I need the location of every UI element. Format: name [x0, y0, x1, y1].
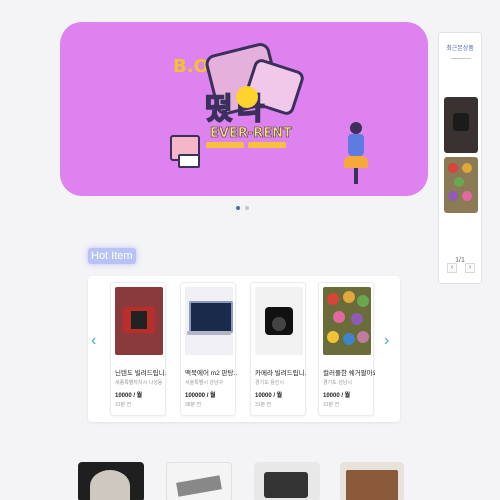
product-thumbnail[interactable]: [78, 462, 144, 500]
divider: [451, 58, 471, 59]
product-time: 31분 전: [323, 402, 340, 408]
product-time: 31분 전: [255, 402, 272, 408]
banner-logo: EVER-RENT: [210, 126, 292, 142]
product-location: 경기도 용인시: [255, 380, 284, 386]
product-location: 경기도 성남시: [323, 380, 352, 386]
banner-corner-text: B.O: [173, 56, 209, 77]
recent-thumb[interactable]: [444, 97, 478, 153]
hot-item-heading: Hot Item: [88, 248, 136, 264]
product-name: 컬러풀한 쉐거팔아요: [323, 370, 375, 377]
product-name: 닌텐도 빌려드립니...: [115, 370, 167, 377]
recent-nav: ‹ ›: [447, 263, 475, 273]
product-thumbnail[interactable]: [166, 462, 232, 500]
recent-prev-button[interactable]: ‹: [447, 263, 457, 273]
product-price: 10000 / 월: [255, 393, 283, 399]
product-card[interactable]: 맥북에어 m2 판탕... 서울특별시 강남구 100000 / 월 38분 전: [180, 282, 237, 416]
hot-item-carousel: ‹ 닌텐도 빌려드립니... 세종특별자치시 나성동 10000 / 월 31분…: [88, 276, 400, 422]
main-banner[interactable]: B.O 떴다 EVER-RENT: [60, 22, 428, 196]
recent-next-button[interactable]: ›: [465, 263, 475, 273]
product-card[interactable]: 닌텐도 빌려드립니... 세종특별자치시 나성동 10000 / 월 31분 전: [110, 282, 167, 416]
product-thumbnail[interactable]: [254, 462, 320, 500]
product-price: 100000 / 월: [185, 393, 216, 399]
sun-illustration: [236, 86, 258, 108]
product-time: 38분 전: [185, 402, 202, 408]
product-price: 10000 / 월: [115, 393, 143, 399]
product-image: [323, 287, 371, 355]
banner-dot[interactable]: [236, 206, 240, 210]
recent-title: 최근본상품: [446, 46, 474, 52]
banner-dot[interactable]: [245, 206, 249, 210]
chevron-right-icon[interactable]: ›: [384, 332, 389, 350]
product-thumbnail[interactable]: [340, 462, 404, 500]
person-illustration: [340, 122, 368, 184]
product-image: [255, 287, 303, 355]
product-name: 맥북에어 m2 판탕...: [185, 370, 237, 377]
box-illustration: [178, 154, 200, 168]
product-card[interactable]: 컬러풀한 쉐거팔아요 경기도 성남시 10000 / 월 31분 전: [318, 282, 375, 416]
product-time: 31분 전: [115, 402, 132, 408]
product-card[interactable]: 카메라 빌려드립니... 경기도 용인시 10000 / 월 31분 전: [250, 282, 307, 416]
banner-chips: [206, 142, 286, 148]
chevron-left-icon[interactable]: ‹: [91, 332, 96, 350]
product-location: 서울특별시 강남구: [185, 380, 224, 386]
product-name: 카메라 빌려드립니...: [255, 370, 307, 377]
recent-thumb[interactable]: [444, 157, 478, 213]
product-image: [185, 287, 233, 355]
recent-viewed-panel: 최근본상품 1/1 ‹ ›: [438, 32, 482, 284]
banner-pagination: [236, 206, 249, 210]
product-location: 세종특별자치시 나성동: [115, 380, 163, 386]
product-image: [115, 287, 163, 355]
product-price: 10000 / 월: [323, 393, 351, 399]
